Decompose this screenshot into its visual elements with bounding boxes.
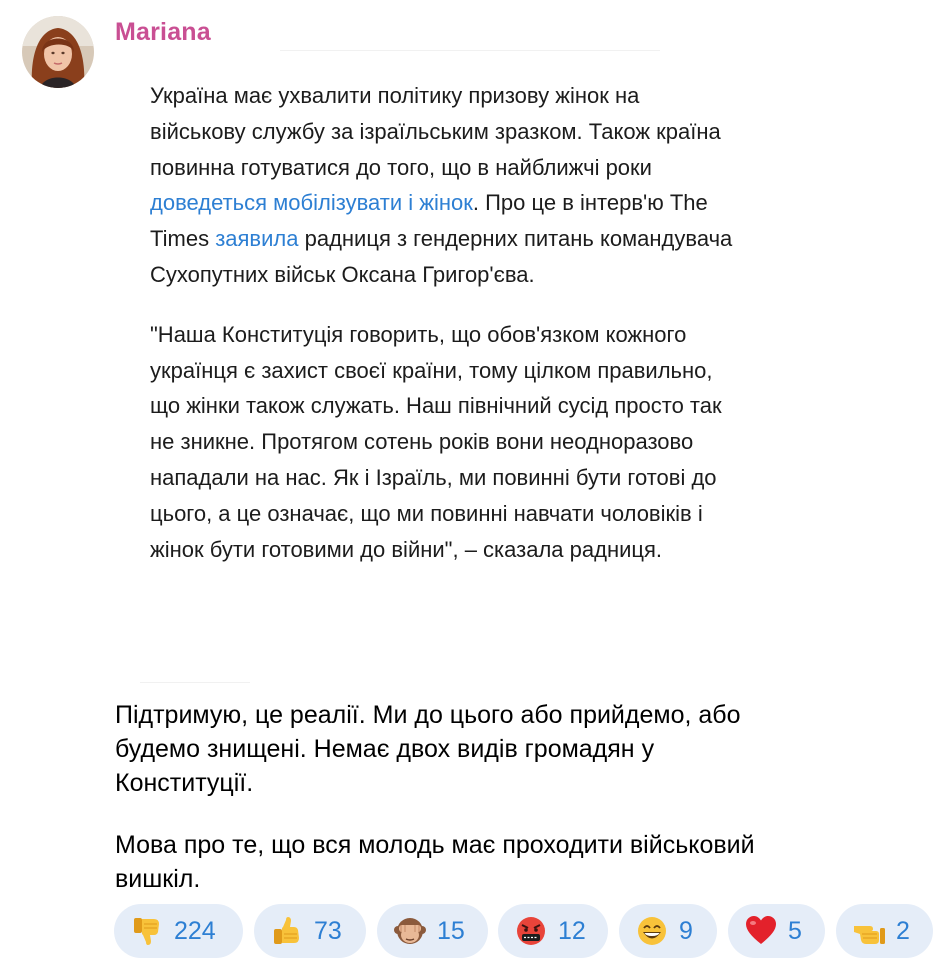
reaction-count: 2 <box>896 916 910 945</box>
comment-paragraph-2: Мова про те, що вся молодь має проходити… <box>115 831 755 893</box>
reaction-count: 73 <box>314 916 342 945</box>
reaction-count: 9 <box>679 916 693 945</box>
quoted-post: Україна має ухвалити політику призову жі… <box>150 78 740 567</box>
pointing-hand-icon <box>854 926 885 944</box>
quote-paragraph-1: Україна має ухвалити політику призову жі… <box>150 78 740 293</box>
comment-text: Підтримую, це реалії. Ми до цього або пр… <box>115 698 795 896</box>
reaction-count: 5 <box>788 916 802 945</box>
cursing-face-icon <box>517 917 545 945</box>
avatar-photo <box>22 16 94 88</box>
mobilize-women-link[interactable]: доведеться мобілізувати і жінок <box>150 190 473 215</box>
quote-text: Україна має ухвалити політику призову жі… <box>150 83 721 180</box>
thumbs-up-icon <box>274 917 299 944</box>
reaction-red-heart[interactable]: 5 <box>728 904 825 958</box>
red-heart-icon <box>746 916 776 944</box>
see-no-evil-monkey-icon <box>394 918 426 944</box>
grinning-face-icon <box>638 917 666 945</box>
quote-paragraph-2: "Наша Конституція говорить, що обов'язко… <box>150 321 722 562</box>
thumbs-down-icon <box>134 918 159 945</box>
divider <box>140 682 250 683</box>
reaction-pointing-hand[interactable]: 2 <box>836 904 933 958</box>
reaction-thumbs-up[interactable]: 73 <box>254 904 366 958</box>
reaction-see-no-evil-monkey[interactable]: 15 <box>377 904 488 958</box>
divider <box>280 50 660 51</box>
reaction-cursing-face[interactable]: 12 <box>498 904 608 958</box>
reaction-grinning-face[interactable]: 9 <box>619 904 717 958</box>
author-name[interactable]: Mariana <box>115 18 211 47</box>
reaction-count: 12 <box>558 916 586 945</box>
reaction-count: 15 <box>437 916 465 945</box>
stated-link[interactable]: заявила <box>215 226 298 251</box>
reaction-count: 224 <box>174 916 216 945</box>
avatar[interactable] <box>22 16 94 88</box>
comment-paragraph-1: Підтримую, це реалії. Ми до цього або пр… <box>115 701 741 797</box>
message: Mariana Україна має ухвалити політику пр… <box>0 0 948 960</box>
reaction-thumbs-down[interactable]: 224 <box>114 904 243 958</box>
